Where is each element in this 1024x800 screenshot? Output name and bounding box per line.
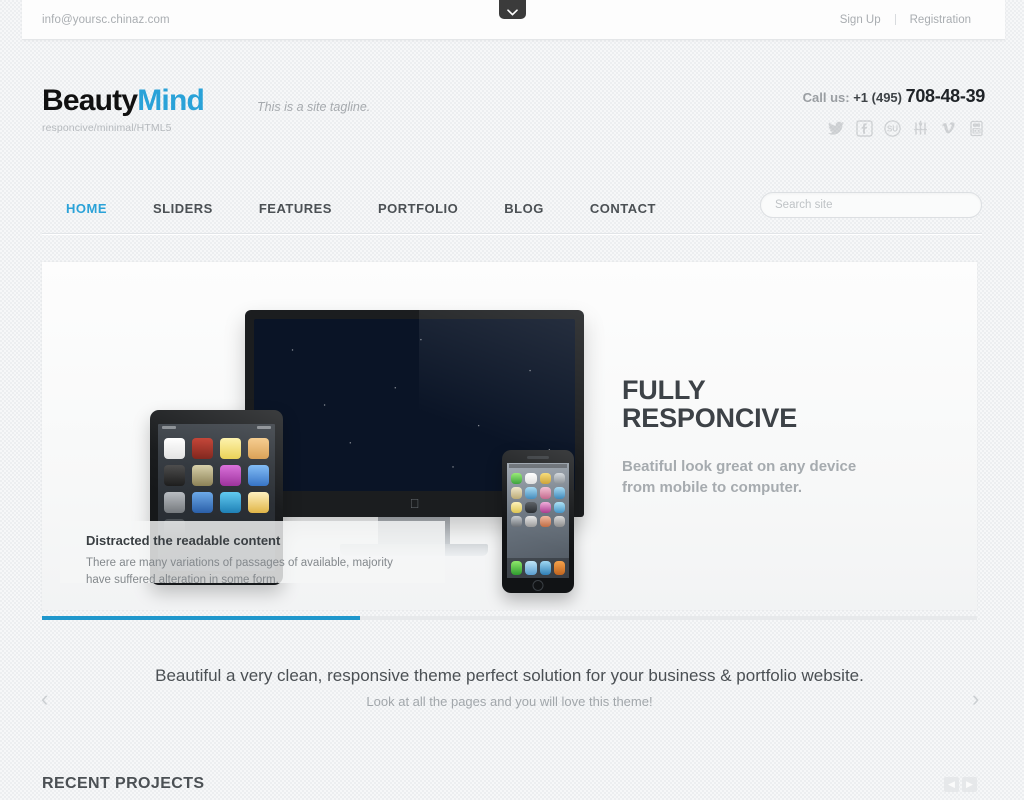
- iphone-speaker: [527, 456, 549, 459]
- iphone-app-grid: [511, 473, 565, 527]
- call-us-number: 708-48-39: [905, 86, 986, 106]
- topbar-toggle-button[interactable]: [499, 0, 526, 19]
- hero-caption-text-line1: There are many variations of passages of…: [86, 557, 393, 569]
- iphone-device: [502, 450, 574, 593]
- hero-text-block: FULLY RESPONCIVE Beatiful look great on …: [622, 375, 942, 499]
- dribbble-icon[interactable]: [911, 119, 929, 137]
- logo[interactable]: BeautyMind responcive/minimal/HTML5: [42, 84, 205, 135]
- promo-prev-button[interactable]: ‹: [41, 688, 48, 710]
- logo-subtitle: responcive/minimal/HTML5: [42, 122, 172, 134]
- sign-up-link[interactable]: Sign Up: [826, 14, 895, 26]
- recent-prev-button[interactable]: ◀: [944, 776, 959, 792]
- apple-logo-icon: : [410, 497, 420, 510]
- iphone-status-bar: [509, 464, 567, 468]
- promo-next-button[interactable]: ›: [972, 688, 979, 710]
- promo-strip: Beautiful a very clean, responsive theme…: [42, 650, 977, 718]
- hero-progress-fill: [42, 616, 360, 620]
- iphone-screen: [507, 463, 569, 578]
- recent-projects-section: RECENT PROJECTS ◀ ▶: [42, 775, 977, 793]
- header-contact: Call us: +1 (495) 708-48-39 SU: [803, 86, 985, 137]
- promo-subline: Look at all the pages and you will love …: [366, 693, 653, 709]
- nav-item-blog[interactable]: BLOG: [481, 201, 567, 216]
- ipad-status-bar: [162, 426, 271, 431]
- site-tagline: This is a site tagline.: [257, 100, 371, 114]
- hero-caption: Distracted the readable content There ar…: [60, 521, 445, 586]
- hero-subtitle-line1: Beatiful look great on any device: [622, 458, 857, 476]
- hero-title: FULLY RESPONCIVE: [622, 375, 942, 433]
- search-box[interactable]: [760, 192, 982, 218]
- chevron-right-icon: ▶: [966, 778, 973, 789]
- call-us-label: Call us:: [802, 90, 850, 105]
- youtube-icon[interactable]: [967, 119, 985, 137]
- svg-text:SU: SU: [886, 124, 897, 133]
- chevron-left-icon: ‹: [41, 686, 49, 711]
- recent-next-button[interactable]: ▶: [962, 776, 977, 792]
- topbar-links: Sign Up Registration: [826, 14, 985, 26]
- main-navigation: HOME SLIDERS FEATURES PORTFOLIO BLOG CON…: [42, 188, 982, 233]
- call-us-country-code: +1 (495): [853, 90, 902, 105]
- logo-text-primary: Beauty: [42, 84, 138, 117]
- iphone-home-button: [532, 580, 544, 591]
- nav-item-home[interactable]: HOME: [42, 201, 130, 216]
- twitter-icon[interactable]: [827, 119, 845, 137]
- hero-subtitle: Beatiful look great on any device from m…: [622, 456, 942, 499]
- hero-subtitle-line2: from mobile to computer.: [622, 479, 803, 497]
- site-header: BeautyMind responcive/minimal/HTML5 This…: [22, 40, 1005, 185]
- registration-link[interactable]: Registration: [896, 14, 985, 26]
- search-input[interactable]: [761, 193, 981, 217]
- promo-headline: Beautiful a very clean, responsive theme…: [155, 666, 864, 685]
- hero-title-line2: RESPONCIVE: [622, 402, 798, 433]
- hero-caption-text-line2: have suffered alteration in some form.: [86, 574, 279, 587]
- recent-projects-nav: ◀ ▶: [944, 776, 977, 792]
- recent-projects-title: RECENT PROJECTS: [42, 775, 205, 792]
- chevron-right-icon: ›: [972, 686, 980, 711]
- hero-title-line1: FULLY: [622, 375, 706, 405]
- nav-item-contact[interactable]: CONTACT: [567, 201, 679, 216]
- social-links: SU: [803, 119, 985, 137]
- hero-caption-title: Distracted the readable content: [86, 533, 281, 548]
- call-us-line: Call us: +1 (495) 708-48-39: [802, 86, 986, 107]
- chevron-left-icon: ◀: [948, 778, 955, 789]
- stumbleupon-icon[interactable]: SU: [883, 119, 901, 137]
- nav-item-features[interactable]: FEATURES: [236, 201, 355, 216]
- vimeo-icon[interactable]: [939, 119, 957, 137]
- logo-text-secondary: Mind: [137, 84, 205, 117]
- nav-item-portfolio[interactable]: PORTFOLIO: [355, 201, 481, 216]
- chevron-down-icon: [507, 9, 518, 16]
- nav-divider: [42, 234, 982, 235]
- hero-progress-track: [42, 616, 977, 620]
- contact-email: info@yoursc.chinaz.com: [42, 13, 170, 26]
- facebook-icon[interactable]: [855, 119, 873, 137]
- iphone-dock: [507, 558, 569, 578]
- hero-slider: : [42, 262, 977, 610]
- nav-item-sliders[interactable]: SLIDERS: [130, 201, 236, 216]
